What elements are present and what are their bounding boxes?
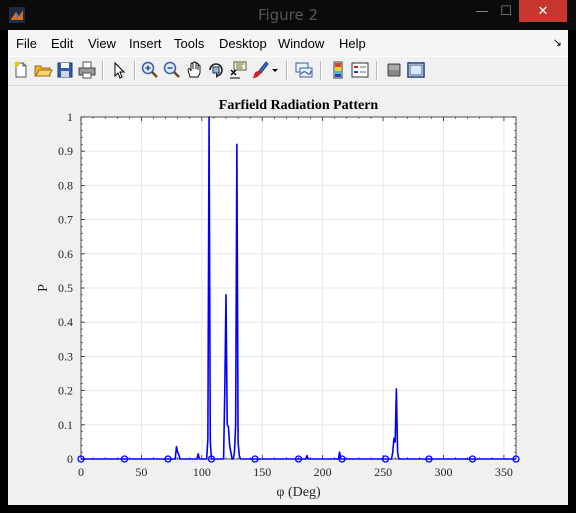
insert-colorbar-icon[interactable] [328, 60, 348, 80]
chart-title: Farfield Radiation Pattern [219, 98, 379, 113]
maximize-button[interactable]: ☐ [494, 0, 518, 22]
figure-canvas-area: 0 0.1 0.2 0.3 0.4 0.5 0.6 0.7 0.8 0.9 1 0 50 100 150 20… [8, 86, 568, 505]
x-tick-label: 250 [374, 465, 392, 479]
title-bar[interactable]: Figure 2 — ☐ ✕ [0, 0, 576, 30]
menu-edit[interactable]: Edit [51, 36, 73, 51]
toolbar-separator [134, 61, 136, 80]
toolbar-separator [286, 61, 288, 80]
pan-icon[interactable] [184, 60, 204, 80]
toolbar-separator [102, 61, 104, 80]
menu-insert[interactable]: Insert [129, 36, 162, 51]
figure-toolbar [8, 56, 568, 86]
link-plot-icon[interactable] [294, 60, 314, 80]
figure-window: Figure 2 — ☐ ✕ File Edit View Insert Too… [0, 0, 576, 513]
data-cursor-icon[interactable] [228, 60, 248, 80]
insert-legend-icon[interactable] [350, 60, 370, 80]
zoom-in-icon[interactable] [140, 60, 160, 80]
menu-view[interactable]: View [88, 36, 116, 51]
x-tick-label: 50 [135, 465, 147, 479]
menu-desktop[interactable]: Desktop [219, 36, 267, 51]
brush-icon[interactable] [250, 60, 270, 80]
y-tick-label: 0.2 [58, 384, 73, 398]
save-icon[interactable] [55, 60, 75, 80]
figure-client-area: File Edit View Insert Tools Desktop Wind… [8, 30, 568, 505]
show-plot-tools-icon[interactable] [406, 60, 426, 80]
farfield-plot[interactable]: 0 0.1 0.2 0.3 0.4 0.5 0.6 0.7 0.8 0.9 1 0 50 100 150 20… [8, 86, 568, 505]
y-tick-label: 0.6 [58, 247, 73, 261]
x-tick-label: 150 [253, 465, 271, 479]
y-tick-label: 0.7 [58, 213, 73, 227]
minimize-button[interactable]: — [468, 0, 496, 22]
y-tick-label: 0.4 [58, 315, 73, 329]
x-tick-label: 300 [435, 465, 453, 479]
x-tick-label: 100 [193, 465, 211, 479]
new-figure-icon[interactable] [11, 60, 31, 80]
hide-plot-tools-icon[interactable] [384, 60, 404, 80]
edit-plot-icon[interactable] [109, 60, 129, 80]
toolbar-separator [376, 61, 378, 80]
x-tick-label: 200 [314, 465, 332, 479]
menu-window[interactable]: Window [278, 36, 324, 51]
y-tick-label: 0 [67, 452, 73, 466]
rotate-3d-icon[interactable] [206, 60, 226, 80]
toolbar-separator [320, 61, 322, 80]
x-tick-label: 350 [495, 465, 513, 479]
brush-dropdown-icon[interactable] [270, 60, 280, 80]
y-tick-label: 0.1 [58, 418, 73, 432]
y-tick-label: 0.3 [58, 349, 73, 363]
zoom-out-icon[interactable] [162, 60, 182, 80]
print-icon[interactable] [77, 60, 97, 80]
open-file-icon[interactable] [33, 60, 53, 80]
x-axis-label: φ (Deg) [276, 485, 321, 500]
x-tick-label: 0 [78, 465, 84, 479]
menu-help[interactable]: Help [339, 36, 366, 51]
y-tick-label: 0.5 [58, 281, 73, 295]
y-tick-label: 0.9 [58, 144, 73, 158]
menu-file[interactable]: File [16, 36, 37, 51]
y-tick-label: 0.8 [58, 178, 73, 192]
y-axis-label: P [36, 284, 51, 292]
dock-figure-icon[interactable]: ↘ [553, 36, 562, 49]
menu-bar: File Edit View Insert Tools Desktop Wind… [8, 30, 568, 56]
menu-tools[interactable]: Tools [174, 36, 204, 51]
close-button[interactable]: ✕ [519, 0, 567, 22]
y-tick-label: 1 [67, 110, 73, 124]
